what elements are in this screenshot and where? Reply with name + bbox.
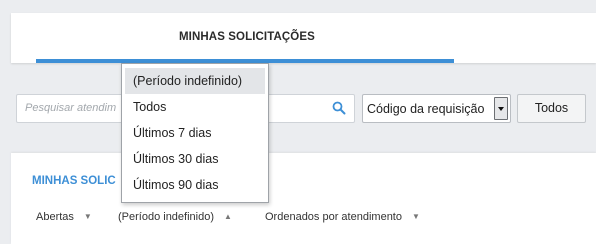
todos-button[interactable]: Todos xyxy=(517,94,586,123)
period-filter[interactable]: (Período indefinido) ▲ xyxy=(118,211,232,223)
tab-minhas-solicitacoes[interactable]: MINHAS SOLICITAÇÕES xyxy=(179,31,315,43)
chevron-down-icon[interactable] xyxy=(494,97,508,120)
list-title: MINHAS SOLIC xyxy=(32,175,116,187)
period-option-30-dias[interactable]: Últimos 30 dias xyxy=(125,146,265,172)
sort-field-select[interactable]: Código da requisição xyxy=(362,94,511,123)
caret-down-icon: ▼ xyxy=(411,212,420,221)
caret-down-icon: ▼ xyxy=(83,212,92,221)
period-option-indefinido[interactable]: (Período indefinido) xyxy=(125,68,265,94)
search-icon[interactable] xyxy=(332,101,346,115)
search-placeholder: Pesquisar atendim xyxy=(25,102,117,114)
order-filter[interactable]: Ordenados por atendimento ▼ xyxy=(265,211,420,223)
tabs-bar: MINHAS SOLICITAÇÕES xyxy=(11,13,596,63)
period-option-todos[interactable]: Todos xyxy=(125,94,265,120)
sort-field-value: Código da requisição xyxy=(367,102,485,116)
period-filter-label: (Período indefinido) xyxy=(118,211,215,223)
period-dropdown-menu: (Período indefinido) Todos Últimos 7 dia… xyxy=(121,63,269,203)
status-filter[interactable]: Abertas ▼ xyxy=(36,211,92,223)
caret-up-icon: ▲ xyxy=(224,212,232,221)
order-filter-label: Ordenados por atendimento xyxy=(265,211,402,223)
period-option-90-dias[interactable]: Últimos 90 dias xyxy=(125,172,265,198)
requests-list-card: MINHAS SOLIC Abertas ▼ (Período indefinid… xyxy=(11,153,596,244)
period-option-7-dias[interactable]: Últimos 7 dias xyxy=(125,120,265,146)
status-filter-label: Abertas xyxy=(36,211,74,223)
